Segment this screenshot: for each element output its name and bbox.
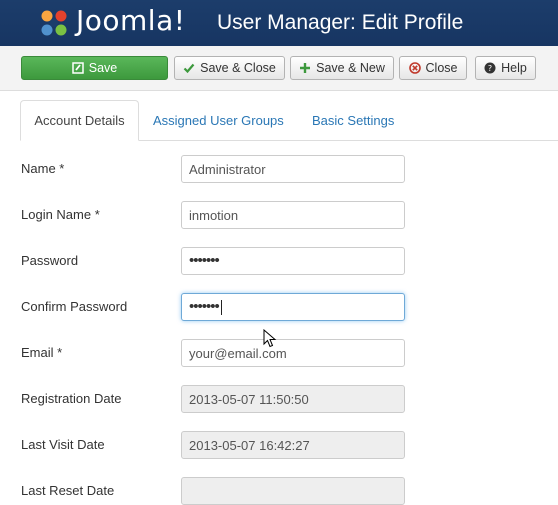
confirm-password-label: Confirm Password [21,299,128,314]
plus-icon [300,63,311,73]
close-label: Close [425,61,458,75]
tab-account-details[interactable]: Account Details [20,100,139,141]
joomla-logo-icon [41,10,67,36]
cancel-icon [408,62,421,74]
password-row: Password ••••••• [0,247,558,275]
registration-date-row: Registration Date 2013-05-07 11:50:50 [0,385,558,413]
edit-icon [72,62,84,74]
app-header: Joomla! User Manager: Edit Profile [0,0,558,46]
confirm-password-field[interactable]: ••••••• [181,293,405,321]
save-close-label: Save & Close [200,61,276,75]
tab-assigned-user-groups[interactable]: Assigned User Groups [153,100,284,140]
last-reset-date-row: Last Reset Date [0,477,558,505]
name-row: Name * Administrator [0,155,558,183]
tab-basic-settings[interactable]: Basic Settings [312,100,394,140]
save-button[interactable]: Save [21,56,168,80]
password-label: Password [21,253,79,268]
confirm-password-row: Confirm Password ••••••• [0,293,558,321]
last-reset-date-label: Last Reset Date [21,483,115,498]
email-field[interactable]: your@email.com [181,339,405,367]
last-visit-date-label: Last Visit Date [21,437,105,452]
save-new-button[interactable]: Save & New [290,56,394,80]
svg-text:?: ? [488,64,492,73]
name-label: Name * [21,161,65,176]
toolbar: Save Save & Close Save & New Close ? Hel… [0,46,558,91]
email-label: Email * [21,345,63,360]
password-field[interactable]: ••••••• [181,247,405,275]
text-caret [220,299,222,315]
question-icon: ? [484,62,496,74]
last-visit-date-row: Last Visit Date 2013-05-07 16:42:27 [0,431,558,459]
logo-text: Joomla! [76,4,186,37]
last-reset-date-field [181,477,405,505]
last-visit-date-field: 2013-05-07 16:42:27 [181,431,405,459]
save-label: Save [88,61,118,75]
tab-bar: Account Details Assigned User Groups Bas… [20,100,558,141]
email-row: Email * your@email.com [0,339,558,367]
login-name-row: Login Name * inmotion [0,201,558,229]
save-close-button[interactable]: Save & Close [174,56,285,80]
login-name-field[interactable]: inmotion [181,201,405,229]
save-new-label: Save & New [316,61,385,75]
confirm-password-value: ••••••• [189,298,220,315]
check-icon [183,63,195,74]
registration-date-field: 2013-05-07 11:50:50 [181,385,405,413]
login-name-label: Login Name * [21,207,100,222]
help-button[interactable]: ? Help [475,56,536,80]
page-title: User Manager: Edit Profile [217,11,464,34]
name-field[interactable]: Administrator [181,155,405,183]
close-button[interactable]: Close [399,56,467,80]
mouse-pointer-icon [263,329,277,348]
help-label: Help [501,61,527,75]
registration-date-label: Registration Date [21,391,122,406]
